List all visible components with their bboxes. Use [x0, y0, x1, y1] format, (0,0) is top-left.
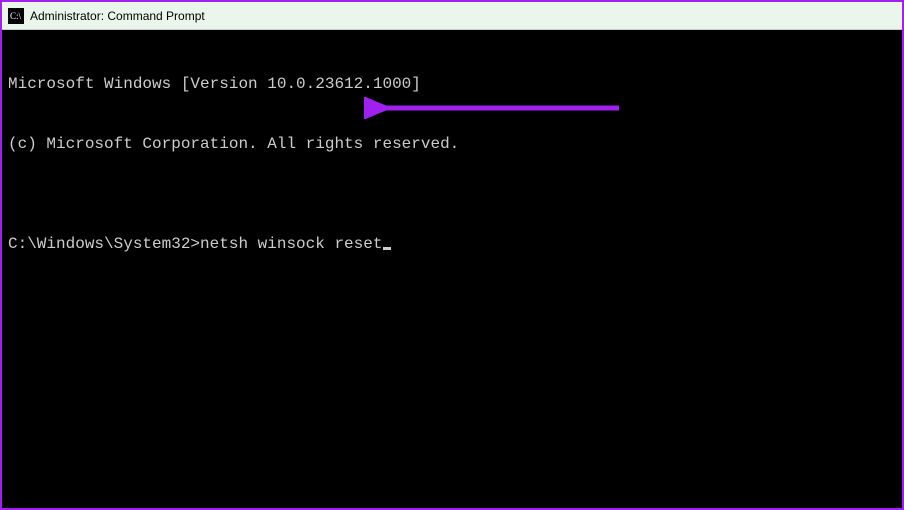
terminal-line-copyright: (c) Microsoft Corporation. All rights re…: [8, 134, 896, 154]
text-cursor: [383, 247, 391, 250]
prompt-path: C:\Windows\System32>: [8, 235, 200, 253]
window-title: Administrator: Command Prompt: [30, 9, 205, 23]
svg-text:C:\: C:\: [10, 11, 22, 21]
terminal-area[interactable]: Microsoft Windows [Version 10.0.23612.10…: [2, 30, 902, 508]
typed-command: netsh winsock reset: [200, 235, 382, 253]
titlebar[interactable]: C:\ Administrator: Command Prompt: [2, 2, 902, 30]
annotation-arrow-icon: [364, 97, 624, 119]
cmd-icon: C:\: [8, 8, 24, 24]
terminal-prompt-line: C:\Windows\System32>netsh winsock reset: [8, 234, 896, 254]
terminal-line-version: Microsoft Windows [Version 10.0.23612.10…: [8, 74, 896, 94]
